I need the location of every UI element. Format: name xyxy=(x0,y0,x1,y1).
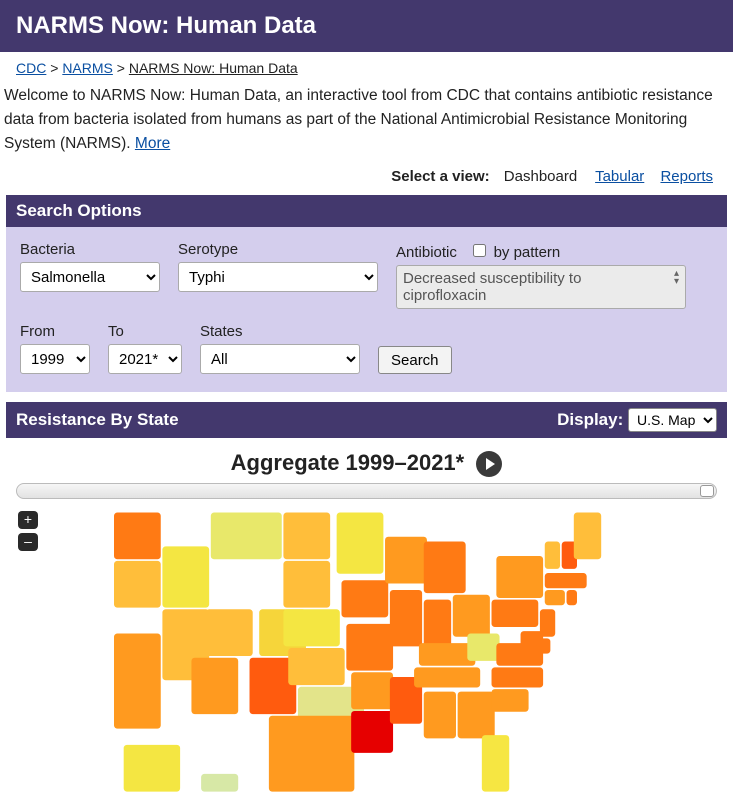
state-TN[interactable] xyxy=(414,668,480,688)
state-MT[interactable] xyxy=(210,513,281,560)
serotype-label: Serotype xyxy=(178,241,378,258)
state-OR[interactable] xyxy=(114,561,161,608)
to-select[interactable]: 2021* xyxy=(108,344,182,374)
breadcrumb-cdc[interactable]: CDC xyxy=(16,60,46,76)
state-VA[interactable] xyxy=(496,643,543,666)
resistance-header: Resistance By State Display: U.S. Map xyxy=(6,402,727,438)
state-ND[interactable] xyxy=(283,513,330,560)
breadcrumb-narms[interactable]: NARMS xyxy=(62,60,113,76)
antibiotic-value: Decreased susceptibility to ciprofloxaci… xyxy=(403,270,581,304)
state-ID[interactable] xyxy=(162,547,209,608)
antibiotic-label: Antibiotic by pattern xyxy=(396,241,686,261)
intro-text-block: Welcome to NARMS Now: Human Data, an int… xyxy=(0,80,733,168)
intro-more-link[interactable]: More xyxy=(135,135,170,152)
search-button[interactable]: Search xyxy=(378,346,452,374)
breadcrumb-sep: > xyxy=(117,60,125,76)
by-pattern-label: by pattern xyxy=(494,244,561,261)
map-container: + – xyxy=(16,507,717,793)
page-banner: NARMS Now: Human Data xyxy=(0,0,733,52)
state-SD[interactable] xyxy=(283,561,330,608)
state-IA[interactable] xyxy=(341,580,388,617)
state-KS[interactable] xyxy=(288,648,344,685)
state-CA[interactable] xyxy=(114,634,161,729)
zoom-out-button[interactable]: – xyxy=(18,533,38,551)
state-MA[interactable] xyxy=(544,573,586,588)
from-label: From xyxy=(20,323,90,340)
state-MD[interactable] xyxy=(520,631,543,646)
state-CT[interactable] xyxy=(544,590,564,605)
display-label: Display: xyxy=(557,410,623,429)
breadcrumb-sep: > xyxy=(50,60,58,76)
states-select[interactable]: All xyxy=(200,344,360,374)
resistance-panel: Resistance By State Display: U.S. Map Ag… xyxy=(6,402,727,797)
state-AK[interactable] xyxy=(123,745,179,792)
state-NY[interactable] xyxy=(496,556,543,598)
time-slider-handle[interactable] xyxy=(700,485,714,497)
state-GA[interactable] xyxy=(457,692,494,739)
updown-icon: ▴▾ xyxy=(674,270,679,286)
page-title: NARMS Now: Human Data xyxy=(16,12,316,39)
antibiotic-select[interactable]: Decreased susceptibility to ciprofloxaci… xyxy=(396,265,686,309)
intro-text: Welcome to NARMS Now: Human Data, an int… xyxy=(4,87,713,152)
state-ME[interactable] xyxy=(573,513,600,560)
view-selector: Select a view: Dashboard Tabular Reports xyxy=(0,168,733,195)
state-AR[interactable] xyxy=(351,672,393,709)
resistance-body: Aggregate 1999–2021* + – xyxy=(6,438,727,797)
display-select[interactable]: U.S. Map xyxy=(628,408,717,432)
search-options-body: Bacteria Salmonella Serotype Typhi Antib… xyxy=(6,227,727,392)
state-WV[interactable] xyxy=(467,634,499,661)
state-NE[interactable] xyxy=(283,610,339,647)
zoom-in-button[interactable]: + xyxy=(18,511,38,529)
view-tabular-link[interactable]: Tabular xyxy=(595,168,644,185)
search-options-panel: Search Options Bacteria Salmonella Serot… xyxy=(6,195,727,392)
aggregate-title: Aggregate 1999–2021* xyxy=(16,450,717,477)
view-reports-link[interactable]: Reports xyxy=(660,168,713,185)
state-MN[interactable] xyxy=(336,513,383,574)
state-KY[interactable] xyxy=(418,643,474,666)
search-options-title: Search Options xyxy=(16,201,142,221)
state-RI[interactable] xyxy=(566,590,576,605)
search-options-header: Search Options xyxy=(6,195,727,227)
by-pattern-checkbox[interactable] xyxy=(473,244,486,257)
breadcrumb: CDC > NARMS > NARMS Now: Human Data xyxy=(0,52,733,80)
time-slider[interactable] xyxy=(16,483,717,499)
state-MI[interactable] xyxy=(423,542,465,594)
bacteria-select[interactable]: Salmonella xyxy=(20,262,160,292)
state-IL[interactable] xyxy=(389,590,421,646)
state-PA[interactable] xyxy=(491,600,538,627)
state-AL[interactable] xyxy=(423,692,455,739)
state-OH[interactable] xyxy=(452,595,489,637)
to-label: To xyxy=(108,323,182,340)
state-NC[interactable] xyxy=(491,668,543,688)
resistance-title: Resistance By State xyxy=(16,410,179,430)
state-WA[interactable] xyxy=(114,513,161,560)
state-VT[interactable] xyxy=(544,542,559,569)
display-control: Display: U.S. Map xyxy=(557,408,717,432)
state-TX[interactable] xyxy=(268,716,353,792)
state-IN[interactable] xyxy=(423,600,450,647)
state-AZ[interactable] xyxy=(191,658,238,714)
view-selector-label: Select a view: xyxy=(391,168,489,185)
states-label: States xyxy=(200,323,360,340)
bacteria-label: Bacteria xyxy=(20,241,160,258)
state-LA[interactable] xyxy=(351,711,393,753)
state-FL[interactable] xyxy=(481,735,508,791)
from-select[interactable]: 1999 xyxy=(20,344,90,374)
us-map[interactable] xyxy=(97,507,637,793)
state-SC[interactable] xyxy=(491,689,528,712)
serotype-select[interactable]: Typhi xyxy=(178,262,378,292)
state-WI[interactable] xyxy=(385,537,427,584)
play-icon[interactable] xyxy=(476,451,502,477)
breadcrumb-current: NARMS Now: Human Data xyxy=(129,60,298,76)
state-WY[interactable] xyxy=(220,561,267,608)
view-dashboard: Dashboard xyxy=(504,168,577,185)
state-UT[interactable] xyxy=(205,610,252,657)
state-MO[interactable] xyxy=(346,624,393,671)
